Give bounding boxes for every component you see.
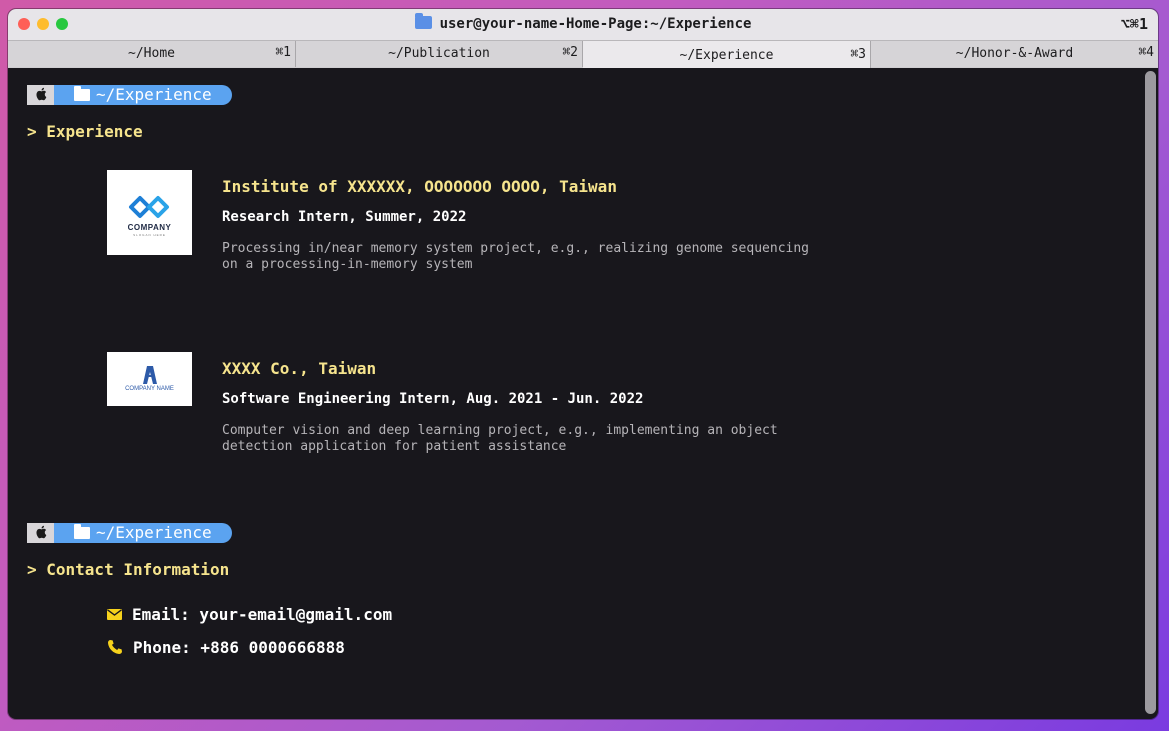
tab-shortcut: ⌘2 <box>562 45 578 60</box>
contact-phone-text: Phone: +886 0000666888 <box>133 638 345 657</box>
tab-experience[interactable]: ~/Experience ⌘3 <box>583 41 871 68</box>
tab-label: ~/Experience <box>679 48 774 63</box>
contact-email[interactable]: Email: your-email@gmail.com <box>107 605 392 624</box>
tab-home[interactable]: ~/Home ⌘1 <box>8 41 296 67</box>
prompt-path-text: ~/Experience <box>96 523 212 542</box>
company-logo: COMPANY NAME <box>107 352 192 406</box>
apple-icon <box>27 85 54 105</box>
window-shortcut: ⌥⌘1 <box>1120 15 1148 33</box>
open-folder-icon <box>74 86 90 101</box>
window-title: user@your-name-Home-Page:~/Experience <box>8 13 1158 32</box>
description-line: Computer vision and deep learning projec… <box>222 423 778 438</box>
tab-publication[interactable]: ~/Publication ⌘2 <box>296 41 583 67</box>
scrollbar[interactable] <box>1145 71 1156 714</box>
experience-description: Computer vision and deep learning projec… <box>222 423 842 455</box>
tab-shortcut: ⌘1 <box>275 45 291 60</box>
company-logo-slogan: SLOGAN HERE <box>133 233 166 237</box>
prompt-path: ~/Experience <box>54 85 232 105</box>
tab-label: ~/Publication <box>388 46 490 61</box>
company-logo: COMPANY SLOGAN HERE <box>107 170 192 255</box>
open-folder-icon <box>74 524 90 539</box>
terminal-window: user@your-name-Home-Page:~/Experience ⌥⌘… <box>8 9 1158 719</box>
tab-shortcut: ⌘4 <box>1138 45 1154 60</box>
folder-icon <box>414 13 432 29</box>
tab-label: ~/Honor-&-Award <box>955 46 1074 61</box>
tab-honor-award[interactable]: ~/Honor-&-Award ⌘4 <box>871 41 1158 67</box>
contact-email-text: Email: your-email@gmail.com <box>132 605 393 624</box>
description-line: on a processing-in-memory system <box>222 257 473 272</box>
experience-role: Research Intern, Summer, 2022 <box>222 209 467 225</box>
window-title-text: user@your-name-Home-Page:~/Experience <box>439 16 752 32</box>
company-logo-text: COMPANY NAME <box>125 386 174 392</box>
company-logo-text: COMPANY <box>127 223 172 232</box>
experience-role: Software Engineering Intern, Aug. 2021 -… <box>222 391 644 407</box>
apple-icon <box>27 523 54 543</box>
experience-heading: > Experience <box>27 122 143 141</box>
contact-phone[interactable]: Phone: +886 0000666888 <box>107 638 345 657</box>
title-bar[interactable]: user@your-name-Home-Page:~/Experience ⌥⌘… <box>8 9 1158 40</box>
prompt-path-text: ~/Experience <box>96 85 212 104</box>
description-line: Processing in/near memory system project… <box>222 241 809 256</box>
description-line: detection application for patient assist… <box>222 439 567 454</box>
tab-label: ~/Home <box>128 46 175 61</box>
tab-shortcut: ⌘3 <box>850 47 866 62</box>
experience-description: Processing in/near memory system project… <box>222 241 842 273</box>
tab-bar: ~/Home ⌘1 ~/Publication ⌘2 ~/Experience … <box>8 40 1158 68</box>
envelope-icon <box>107 609 122 620</box>
company-logo-icon <box>143 366 157 384</box>
company-logo-icon <box>129 196 169 218</box>
prompt-path: ~/Experience <box>54 523 232 543</box>
contact-heading: > Contact Information <box>27 560 230 579</box>
phone-icon <box>108 640 122 654</box>
experience-org: Institute of XXXXXX, OOOOOOO OOOO, Taiwa… <box>222 177 617 196</box>
experience-org: XXXX Co., Taiwan <box>222 359 377 378</box>
